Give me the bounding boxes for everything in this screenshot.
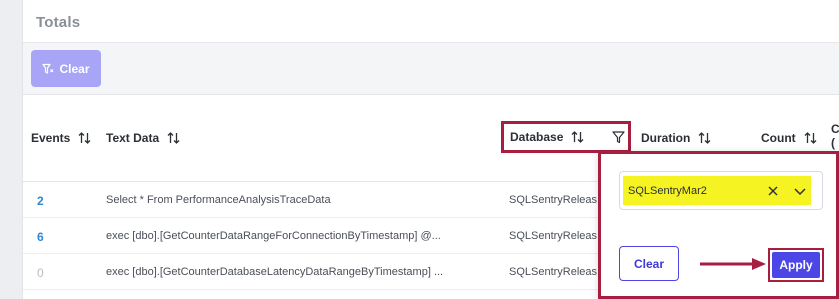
events-value: 0 <box>37 266 44 280</box>
sort-icon[interactable] <box>698 131 711 145</box>
clear-filters-button[interactable]: Clear <box>31 50 101 87</box>
sort-icon[interactable] <box>571 130 584 144</box>
apply-button[interactable]: Apply <box>772 252 820 278</box>
left-gutter <box>0 0 23 299</box>
filter-icon[interactable] <box>612 130 625 144</box>
text-data-cell: exec [dbo].[GetCounterDataRangeForConnec… <box>106 230 441 242</box>
column-label-cutoff: ( <box>831 136 835 150</box>
apply-highlight: Apply <box>768 248 824 282</box>
column-header-cutoff[interactable]: C ( <box>831 122 839 150</box>
clear-selection-icon[interactable] <box>767 185 779 197</box>
filter-clear-icon <box>42 63 54 74</box>
database-cell: SQLSentryReleas <box>509 230 598 242</box>
column-label-events: Events <box>31 131 71 145</box>
column-label-cutoff: C <box>831 122 839 136</box>
chevron-down-icon[interactable] <box>793 185 807 197</box>
events-link[interactable]: 6 <box>37 230 44 244</box>
column-header-duration[interactable]: Duration <box>641 131 711 145</box>
column-header-count[interactable]: Count <box>761 131 817 145</box>
panel-title: Totals <box>36 14 81 31</box>
database-cell: SQLSentryReleas <box>509 266 598 278</box>
selected-value-text: SQLSentryMar2 <box>628 184 707 197</box>
annotation-arrow-icon <box>700 258 766 270</box>
column-header-text-data[interactable]: Text Data <box>106 131 180 145</box>
filter-clear-button[interactable]: Clear <box>619 246 679 281</box>
text-data-cell: Select * From PerformanceAnalysisTraceDa… <box>106 194 331 206</box>
column-label-text-data: Text Data <box>106 131 160 145</box>
column-label-database: Database <box>510 130 564 144</box>
sort-icon[interactable] <box>78 131 91 145</box>
database-filter-select[interactable]: SQLSentryMar2 <box>619 171 823 210</box>
database-filter-popup: SQLSentryMar2 Clear Apply <box>598 151 839 299</box>
column-header-database[interactable]: Database <box>501 121 631 153</box>
column-label-duration: Duration <box>641 131 691 145</box>
events-link[interactable]: 2 <box>37 194 44 208</box>
column-header-events[interactable]: Events <box>31 131 91 145</box>
toolbar: Clear <box>23 43 839 95</box>
column-label-count: Count <box>761 131 796 145</box>
text-data-cell: exec [dbo].[GetCounterDatabaseLatencyDat… <box>106 266 444 278</box>
sort-icon[interactable] <box>804 131 817 145</box>
sort-icon[interactable] <box>167 131 180 145</box>
database-cell: SQLSentryReleas <box>509 194 598 206</box>
clear-filters-label: Clear <box>59 61 90 76</box>
selected-value: SQLSentryMar2 <box>623 176 811 205</box>
